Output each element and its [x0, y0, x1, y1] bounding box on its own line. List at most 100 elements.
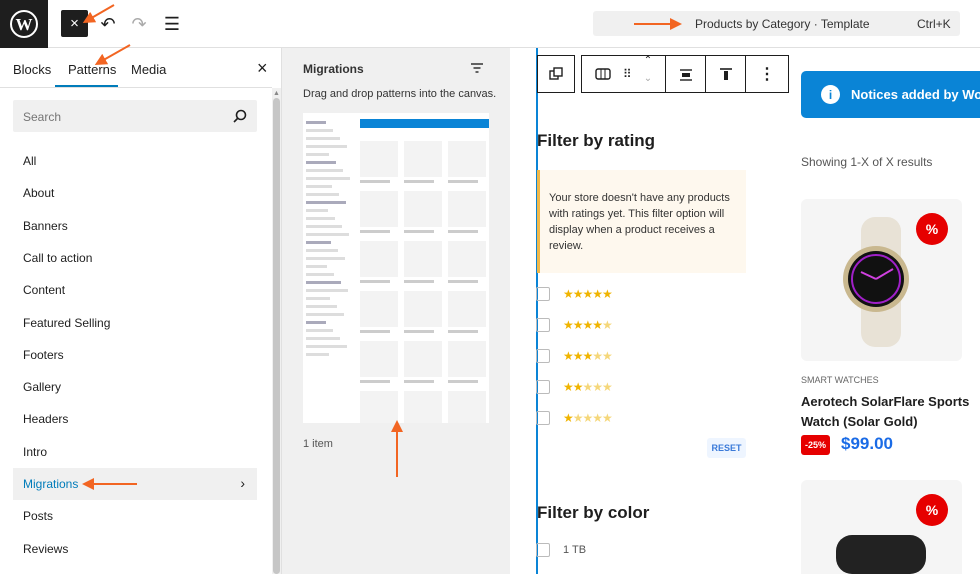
- color-checkbox[interactable]: [536, 543, 550, 557]
- pattern-thumb-sidebar-line: [306, 281, 341, 284]
- category-item[interactable]: Footers: [13, 339, 257, 371]
- pattern-preview[interactable]: [303, 113, 489, 423]
- category-item[interactable]: Call to action: [13, 242, 257, 274]
- rating-checkbox[interactable]: [536, 380, 550, 394]
- pattern-thumb-product: [360, 341, 398, 377]
- pattern-thumb-product: [448, 341, 486, 377]
- command-palette-button[interactable]: Products by Category · Template Ctrl+K: [593, 11, 960, 36]
- category-label: Call to action: [23, 250, 93, 265]
- pattern-count: 1 item: [303, 438, 333, 450]
- pattern-thumb-sidebar-line: [306, 233, 349, 236]
- pattern-thumb-product: [448, 241, 486, 277]
- shortcut-hint: Ctrl+K: [917, 17, 951, 31]
- drag-handle-icon[interactable]: ⠿: [623, 56, 632, 92]
- category-label: Gallery: [23, 380, 62, 395]
- pattern-thumb-line: [404, 180, 434, 183]
- category-item[interactable]: Featured Selling: [13, 307, 257, 339]
- tab-patterns[interactable]: Patterns: [68, 62, 116, 77]
- scroll-up-icon[interactable]: ▲: [273, 90, 280, 97]
- category-item[interactable]: Content: [13, 274, 257, 306]
- color-option-label: 1 TB: [563, 544, 587, 556]
- rating-stars: ★★★★★: [563, 287, 613, 301]
- justify-center-icon[interactable]: [666, 56, 706, 92]
- editor-canvas[interactable]: ⠿ ⌃ ⌄ ⋮ Filter by rating Your store doesn…: [510, 48, 980, 574]
- pattern-thumb-sidebar-line: [306, 265, 327, 268]
- product-category: SMART WATCHES: [801, 375, 879, 385]
- chevron-right-icon: ›: [240, 475, 245, 491]
- category-item[interactable]: Intro: [13, 436, 257, 468]
- search-input[interactable]: Search: [13, 100, 257, 132]
- pattern-thumb-product: [404, 141, 442, 177]
- product-image[interactable]: %: [801, 199, 962, 361]
- pattern-thumb-product: [360, 241, 398, 277]
- ratings-notice: Your store doesn't have any products wit…: [537, 170, 746, 273]
- more-options-icon[interactable]: ⋮: [746, 56, 788, 92]
- product-name[interactable]: Aerotech SolarFlare Sports Watch (Solar …: [801, 392, 971, 432]
- pattern-thumb-sidebar-line: [306, 209, 328, 212]
- tab-blocks[interactable]: Blocks: [13, 62, 51, 77]
- pattern-thumb-sidebar-line: [306, 161, 336, 164]
- pattern-thumb-line: [404, 330, 434, 333]
- redo-icon[interactable]: ↷: [127, 12, 151, 36]
- category-item[interactable]: Gallery: [13, 371, 257, 403]
- rating-checkbox[interactable]: [536, 411, 550, 425]
- pattern-thumb-sidebar-line: [306, 329, 333, 332]
- pattern-thumb-product: [404, 291, 442, 327]
- pattern-thumb-line: [360, 180, 390, 183]
- product-price: $99.00: [841, 434, 893, 453]
- category-item[interactable]: Headers: [13, 403, 257, 435]
- pattern-thumb-product: [448, 191, 486, 227]
- pattern-thumb-sidebar-line: [306, 313, 344, 316]
- pattern-thumb-line: [404, 280, 434, 283]
- scrollbar-thumb[interactable]: [273, 98, 280, 574]
- category-item[interactable]: All: [13, 145, 257, 177]
- tab-media[interactable]: Media: [131, 62, 166, 77]
- category-label: Featured Selling: [23, 315, 111, 330]
- close-inserter-button[interactable]: ×: [61, 10, 88, 37]
- category-item[interactable]: Banners: [13, 210, 257, 242]
- pattern-thumb-sidebar-line: [306, 353, 329, 356]
- category-label: Posts: [23, 509, 54, 524]
- category-item[interactable]: Migrations ›: [13, 468, 257, 500]
- category-item[interactable]: About: [13, 177, 257, 209]
- align-top-icon[interactable]: [706, 56, 746, 92]
- pattern-thumb-sidebar-line: [306, 289, 348, 292]
- pattern-thumb-product: [448, 391, 486, 423]
- pattern-thumb-sidebar-line: [306, 225, 342, 228]
- move-up-down-icon[interactable]: ⌃ ⌄: [644, 56, 652, 92]
- columns-icon[interactable]: [595, 68, 611, 80]
- pattern-thumb-line: [448, 330, 478, 333]
- rating-checkbox[interactable]: [536, 349, 550, 363]
- pattern-thumb-sidebar-line: [306, 201, 346, 204]
- category-label: Content: [23, 283, 66, 298]
- block-inserter-panel: Blocks Patterns Media × Search All About B…: [0, 48, 282, 574]
- category-item[interactable]: Reviews: [13, 533, 257, 565]
- notices-banner-text: Notices added by WooC: [851, 87, 980, 102]
- search-placeholder: Search: [23, 110, 62, 124]
- category-label: Intro: [23, 444, 48, 459]
- pattern-list-panel: Migrations Drag and drop patterns into t…: [282, 48, 510, 574]
- top-toolbar: W × ↶ ↷ ☰ Products by Category · Templat…: [0, 0, 980, 48]
- pattern-thumb-product: [360, 291, 398, 327]
- pattern-thumb-sidebar-line: [306, 337, 340, 340]
- filter-icon[interactable]: [470, 62, 484, 74]
- pattern-thumb-sidebar-line: [306, 153, 329, 156]
- parent-block-button[interactable]: [537, 55, 575, 93]
- rating-checkbox[interactable]: [536, 318, 550, 332]
- document-title: Products by Category · Template: [695, 17, 870, 31]
- reset-button[interactable]: RESET: [707, 438, 746, 458]
- undo-icon[interactable]: ↶: [96, 12, 120, 36]
- category-item[interactable]: Posts: [13, 500, 257, 532]
- wordpress-logo-icon[interactable]: W: [0, 0, 48, 48]
- pattern-thumb-sidebar-line: [306, 193, 339, 196]
- list-view-icon[interactable]: ☰: [160, 12, 184, 36]
- discount-badge: -25%: [801, 435, 830, 455]
- category-label: Migrations: [23, 477, 79, 491]
- rating-checkbox[interactable]: [536, 287, 550, 301]
- pattern-thumb-product: [360, 191, 398, 227]
- close-icon[interactable]: ×: [257, 58, 268, 79]
- product-image[interactable]: %: [801, 480, 962, 574]
- pattern-thumb-sidebar-line: [306, 257, 345, 260]
- pattern-thumb-product: [448, 291, 486, 327]
- notices-banner: i Notices added by WooC: [801, 71, 980, 118]
